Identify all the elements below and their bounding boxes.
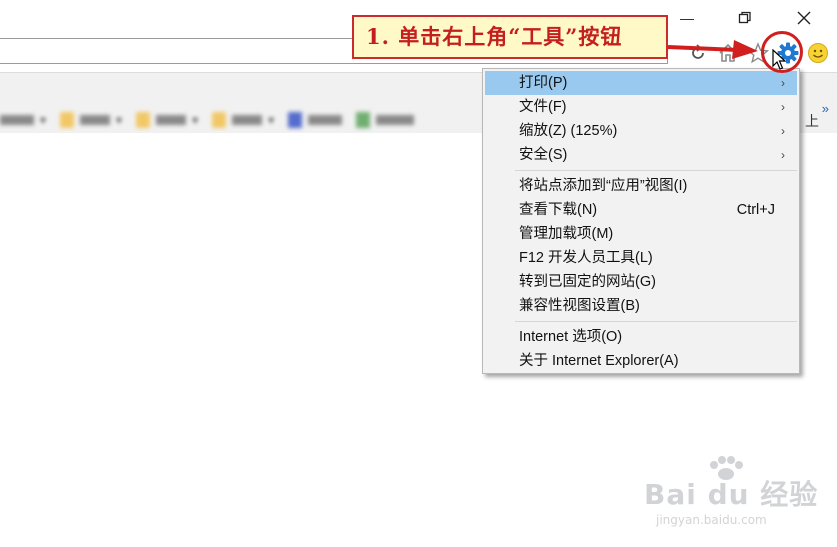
watermark: Bai du 经验 jingyan.baidu.com [640, 455, 830, 535]
menu-item-label: 安全(S) [519, 147, 568, 163]
menu-item-shortcut: Ctrl+J [736, 202, 775, 218]
menu-item-file[interactable]: 文件(F) › [485, 95, 797, 119]
favorites-folder[interactable]: ▾ [60, 112, 122, 128]
favorites-item[interactable]: ▾ [0, 113, 46, 127]
favorites-link[interactable] [288, 112, 343, 128]
favorites-items-blurred: ▾ ▾ ▾ ▾ [0, 107, 415, 133]
folder-icon [212, 112, 227, 128]
menu-item-label: Internet 选项(O) [519, 329, 623, 345]
mouse-cursor-icon [772, 49, 786, 70]
annotation-arrow-icon [668, 40, 758, 59]
favorites-overflow-icon[interactable]: » [822, 101, 829, 116]
favorites-folder[interactable]: ▾ [136, 112, 198, 128]
menu-item-label: 关于 Internet Explorer(A) [519, 353, 679, 369]
watermark-url-text: jingyan.baidu.com [656, 513, 767, 527]
folder-icon [60, 112, 75, 128]
folder-icon [136, 112, 151, 128]
close-icon[interactable] [790, 6, 818, 30]
annotation-callout: 1. 单击右上角“工具”按钮 [352, 15, 668, 59]
menu-item-f12-devtools[interactable]: F12 开发人员工具(L) [485, 246, 797, 270]
restore-icon[interactable] [731, 6, 759, 30]
menu-item-zoom[interactable]: 缩放(Z) (125%) › [485, 119, 797, 143]
favorites-folder[interactable]: ▾ [212, 112, 274, 128]
menu-separator [515, 321, 797, 322]
submenu-chevron-icon: › [781, 76, 785, 90]
menu-item-view-downloads[interactable]: 查看下载(N) Ctrl+J [485, 198, 797, 222]
submenu-chevron-icon: › [781, 148, 785, 162]
watermark-main-text: Bai du 经验 [644, 478, 819, 511]
menu-item-safety[interactable]: 安全(S) › [485, 143, 797, 167]
menu-item-label: 将站点添加到“应用”视图(I) [519, 178, 688, 194]
menu-item-pinned-sites[interactable]: 转到已固定的网站(G) [485, 270, 797, 294]
menu-item-label: F12 开发人员工具(L) [519, 250, 653, 266]
menu-item-label: 查看下载(N) [519, 202, 598, 218]
favorites-bar-right-text: 上 [805, 113, 819, 129]
menu-item-internet-options[interactable]: Internet 选项(O) [485, 325, 797, 349]
submenu-chevron-icon: › [781, 100, 785, 114]
menu-item-compat-view-settings[interactable]: 兼容性视图设置(B) [485, 294, 797, 318]
menu-item-label: 缩放(Z) (125%) [519, 123, 618, 139]
menu-item-label: 文件(F) [519, 99, 567, 115]
tools-menu: 打印(P) › 文件(F) › 缩放(Z) (125%) › 安全(S) › 将… [482, 68, 800, 374]
smiley-feedback-icon[interactable] [803, 38, 833, 68]
menu-separator [515, 170, 797, 171]
menu-item-label: 管理加载项(M) [519, 226, 614, 242]
menu-item-label: 打印(P) [519, 75, 568, 91]
menu-item-manage-addons[interactable]: 管理加载项(M) [485, 222, 797, 246]
menu-item-label: 转到已固定的网站(G) [519, 274, 656, 290]
minimize-icon[interactable]: — [673, 6, 701, 30]
menu-item-about-ie[interactable]: 关于 Internet Explorer(A) [485, 349, 797, 373]
submenu-chevron-icon: › [781, 124, 785, 138]
menu-item-print[interactable]: 打印(P) › [485, 71, 797, 95]
favorites-link[interactable] [356, 112, 415, 128]
menu-item-label: 兼容性视图设置(B) [519, 298, 640, 314]
menu-item-add-site-to-apps[interactable]: 将站点添加到“应用”视图(I) [485, 174, 797, 198]
